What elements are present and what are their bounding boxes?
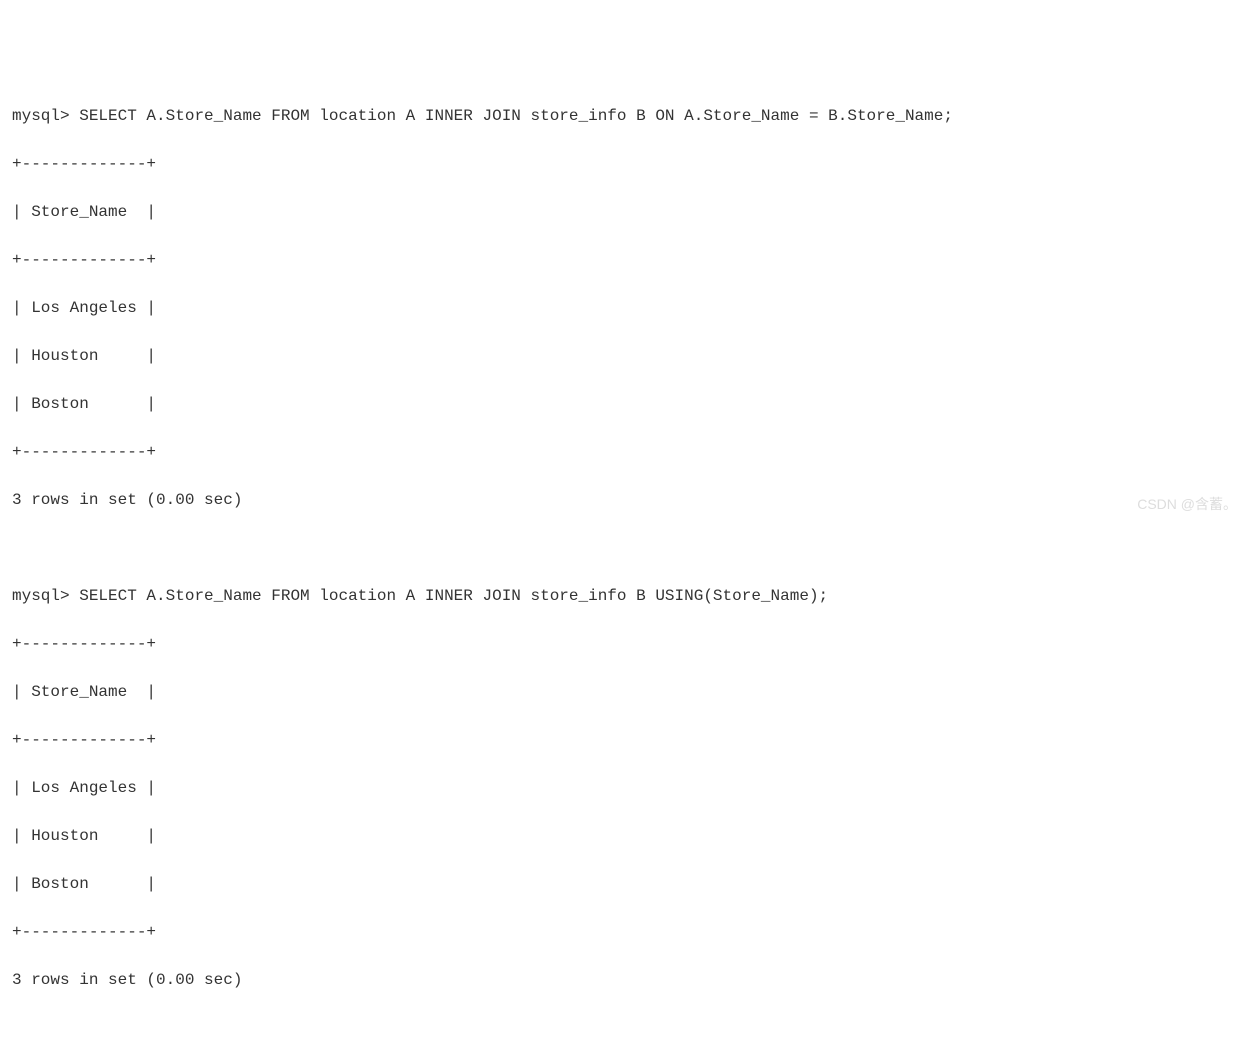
table-separator: +-------------+ (12, 632, 1237, 656)
query-line-1: mysql> SELECT A.Store_Name FROM location… (12, 104, 1237, 128)
table-separator: +-------------+ (12, 152, 1237, 176)
mysql-prompt: mysql> (12, 587, 79, 605)
table-row: | Houston | (12, 824, 1237, 848)
sql-query-1: SELECT A.Store_Name FROM location A INNE… (79, 107, 953, 125)
table-separator: +-------------+ (12, 440, 1237, 464)
sql-query-2: SELECT A.Store_Name FROM location A INNE… (79, 587, 828, 605)
watermark: CSDN @含蓄。 (1137, 494, 1237, 515)
table-header: | Store_Name | (12, 200, 1237, 224)
table-separator: +-------------+ (12, 920, 1237, 944)
result-footer: 3 rows in set (0.00 sec) (12, 488, 1237, 512)
table-row: | Boston | (12, 872, 1237, 896)
query-line-2: mysql> SELECT A.Store_Name FROM location… (12, 584, 1237, 608)
table-header: | Store_Name | (12, 680, 1237, 704)
blank-line (12, 1016, 1237, 1040)
table-separator: +-------------+ (12, 248, 1237, 272)
blank-line (12, 536, 1237, 560)
result-footer: 3 rows in set (0.00 sec) (12, 968, 1237, 992)
table-row: | Houston | (12, 344, 1237, 368)
table-separator: +-------------+ (12, 728, 1237, 752)
table-row: | Los Angeles | (12, 296, 1237, 320)
table-row: | Boston | (12, 392, 1237, 416)
mysql-prompt: mysql> (12, 107, 79, 125)
table-row: | Los Angeles | (12, 776, 1237, 800)
